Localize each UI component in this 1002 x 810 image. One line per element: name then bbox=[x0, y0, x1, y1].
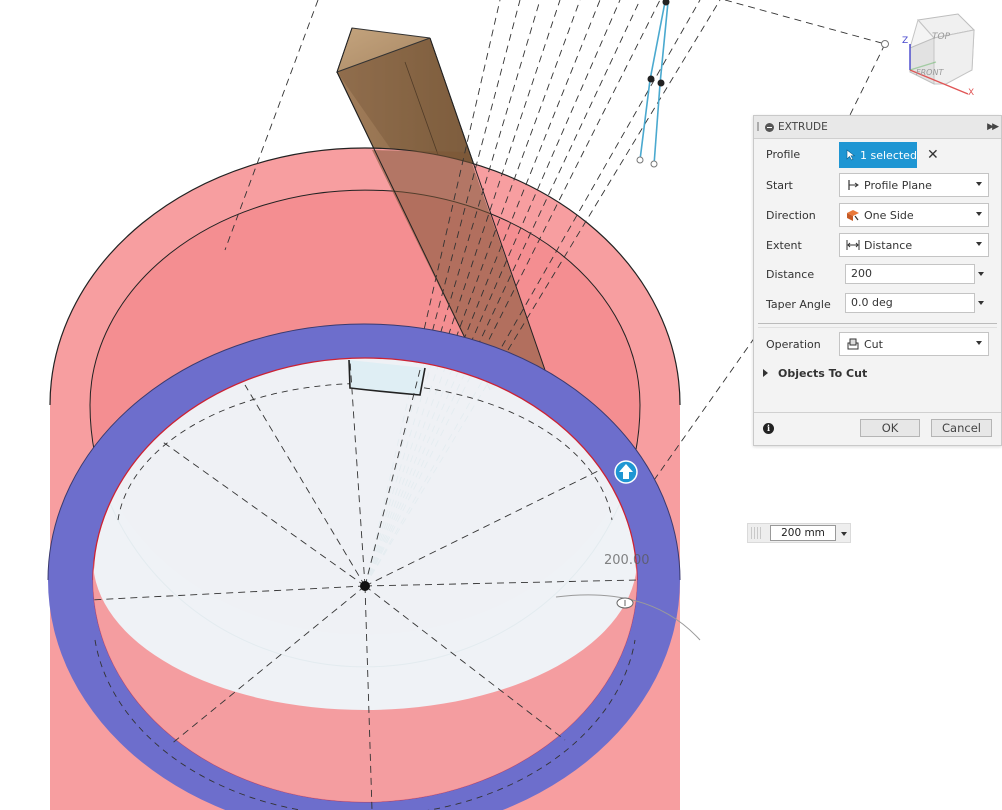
objects-to-cut-label[interactable]: Objects To Cut bbox=[778, 367, 867, 380]
operation-label: Operation bbox=[766, 338, 821, 351]
dimension-value-label: 200.00 bbox=[604, 553, 650, 568]
distance-row: Distance 200 bbox=[754, 264, 1001, 290]
sketch-point bbox=[881, 40, 889, 48]
sketch-fragment bbox=[636, 0, 670, 168]
taper-angle-label: Taper Angle bbox=[766, 298, 831, 311]
chevron-down-icon[interactable] bbox=[841, 532, 847, 536]
viewcube[interactable]: TOP FRONT Z X bbox=[896, 12, 980, 104]
expand-icon[interactable]: ▶▶ bbox=[987, 122, 999, 132]
distance-heads-up-input[interactable]: 200 mm bbox=[747, 523, 851, 543]
start-row: Start Profile Plane bbox=[754, 173, 1001, 199]
direction-value: One Side bbox=[864, 208, 914, 222]
profile-row: Profile 1 selected ✕ bbox=[754, 142, 1001, 168]
profile-selection-value: 1 selected bbox=[860, 148, 917, 162]
drag-handle-icon[interactable]: || bbox=[756, 122, 762, 132]
expand-triangle-icon[interactable] bbox=[763, 369, 768, 377]
taper-angle-input[interactable]: 0.0 deg bbox=[845, 293, 975, 313]
taper-angle-row: Taper Angle 0.0 deg bbox=[754, 293, 1001, 319]
extrude-arrow-manipulator[interactable] bbox=[614, 460, 638, 484]
profile-label: Profile bbox=[766, 148, 801, 161]
distance-input[interactable]: 200 bbox=[845, 264, 975, 284]
dialog-title: EXTRUDE bbox=[778, 121, 828, 133]
axis-z-label: Z bbox=[902, 36, 909, 46]
viewcube-top-label[interactable]: TOP bbox=[932, 32, 950, 42]
operation-row: Operation Cut bbox=[754, 332, 1001, 358]
distance-heads-up-field[interactable]: 200 mm bbox=[770, 525, 836, 541]
cut-icon bbox=[846, 337, 860, 351]
clear-selection-icon[interactable]: ✕ bbox=[927, 147, 939, 163]
viewcube-front-label[interactable]: FRONT bbox=[916, 68, 943, 77]
axis-x-label: X bbox=[968, 88, 975, 98]
chevron-down-icon[interactable] bbox=[978, 272, 984, 276]
profile-selection-button[interactable]: 1 selected bbox=[839, 142, 917, 168]
info-icon[interactable]: i bbox=[763, 423, 774, 434]
start-dropdown[interactable]: Profile Plane bbox=[839, 173, 989, 197]
direction-label: Direction bbox=[766, 209, 816, 222]
start-value: Profile Plane bbox=[864, 178, 932, 192]
direction-dropdown[interactable]: One Side bbox=[839, 203, 989, 227]
footer-divider bbox=[754, 412, 1001, 413]
distance-label: Distance bbox=[766, 268, 815, 281]
start-label: Start bbox=[766, 179, 793, 192]
extent-row: Extent Distance bbox=[754, 233, 1001, 259]
chevron-down-icon bbox=[976, 341, 982, 345]
chevron-down-icon bbox=[976, 212, 982, 216]
profile-plane-icon bbox=[846, 178, 860, 192]
extent-label: Extent bbox=[766, 239, 802, 252]
extrude-dialog: || EXTRUDE ▶▶ Profile 1 selected ✕ Start… bbox=[753, 115, 1002, 446]
extent-dropdown[interactable]: Distance bbox=[839, 233, 989, 257]
distance-icon bbox=[846, 238, 860, 252]
one-side-icon bbox=[846, 208, 860, 222]
extent-value: Distance bbox=[864, 238, 913, 252]
drag-grip-icon[interactable] bbox=[751, 527, 763, 539]
chevron-down-icon bbox=[976, 242, 982, 246]
collapse-icon[interactable] bbox=[765, 122, 774, 132]
section-divider bbox=[758, 323, 997, 328]
cancel-button[interactable]: Cancel bbox=[931, 419, 992, 437]
chevron-down-icon[interactable] bbox=[978, 301, 984, 305]
ok-button[interactable]: OK bbox=[860, 419, 920, 437]
operation-value: Cut bbox=[864, 337, 883, 351]
chevron-down-icon bbox=[976, 182, 982, 186]
center-point bbox=[360, 581, 370, 591]
cursor-arrow-icon bbox=[846, 149, 856, 161]
direction-row: Direction One Side bbox=[754, 203, 1001, 229]
objects-to-cut-row[interactable]: Objects To Cut bbox=[754, 366, 1001, 392]
dialog-header[interactable]: || EXTRUDE ▶▶ bbox=[754, 116, 1001, 139]
operation-dropdown[interactable]: Cut bbox=[839, 332, 989, 356]
